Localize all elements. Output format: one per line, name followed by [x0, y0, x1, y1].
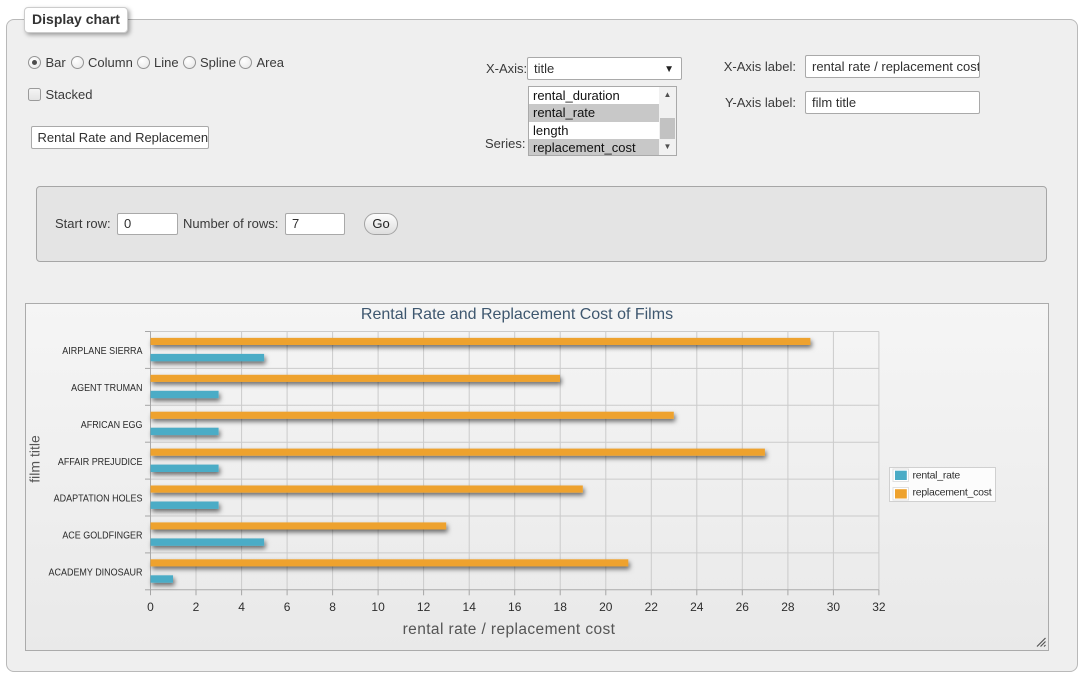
svg-text:12: 12: [416, 600, 430, 614]
svg-text:26: 26: [735, 600, 749, 614]
svg-text:rental_rate: rental_rate: [912, 470, 960, 482]
svg-text:replacement_cost: replacement_cost: [912, 486, 991, 498]
svg-text:24: 24: [690, 600, 704, 614]
svg-text:20: 20: [599, 600, 613, 614]
svg-text:rental rate / replacement cost: rental rate / replacement cost: [402, 621, 615, 638]
svg-text:ACADEMY DINOSAUR: ACADEMY DINOSAUR: [48, 567, 142, 579]
svg-text:14: 14: [462, 600, 476, 614]
svg-text:32: 32: [872, 600, 886, 614]
svg-text:28: 28: [781, 600, 795, 614]
svg-text:Rental Rate and Replacement Co: Rental Rate and Replacement Cost of Film…: [360, 306, 672, 323]
svg-text:8: 8: [329, 600, 336, 614]
svg-text:18: 18: [553, 600, 567, 614]
svg-text:30: 30: [826, 600, 840, 614]
svg-text:0: 0: [147, 600, 154, 614]
svg-text:AGENT TRUMAN: AGENT TRUMAN: [71, 383, 142, 395]
svg-text:AFFAIR PREJUDICE: AFFAIR PREJUDICE: [57, 456, 142, 468]
svg-text:2: 2: [192, 600, 199, 614]
svg-text:4: 4: [238, 600, 245, 614]
svg-text:film title: film title: [26, 435, 42, 483]
svg-text:22: 22: [644, 600, 658, 614]
svg-text:6: 6: [283, 600, 290, 614]
svg-text:10: 10: [371, 600, 385, 614]
svg-text:ACE GOLDFINGER: ACE GOLDFINGER: [62, 530, 142, 542]
svg-text:16: 16: [508, 600, 522, 614]
svg-text:ADAPTATION HOLES: ADAPTATION HOLES: [53, 493, 142, 505]
svg-text:AFRICAN EGG: AFRICAN EGG: [80, 420, 142, 432]
svg-text:AIRPLANE SIERRA: AIRPLANE SIERRA: [62, 346, 143, 358]
